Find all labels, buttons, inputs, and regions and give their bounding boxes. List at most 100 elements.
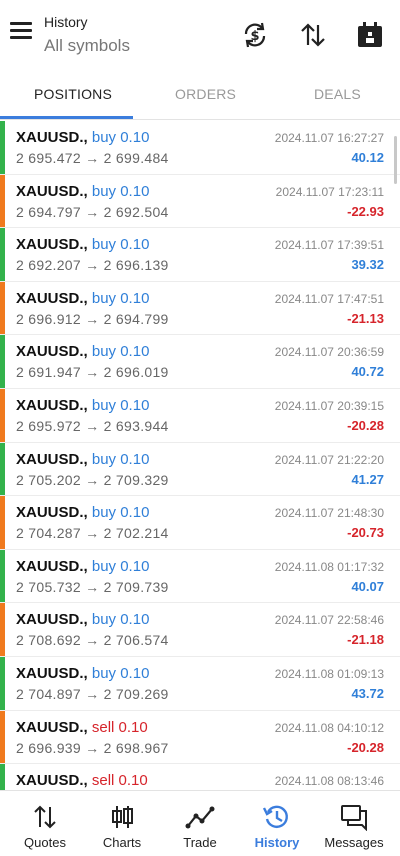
- position-time: 2024.11.08 01:17:32: [274, 559, 384, 574]
- position-profit: 40.12: [351, 150, 384, 165]
- position-time: 2024.11.08 01:09:13: [274, 666, 384, 681]
- nav-messages-label: Messages: [324, 835, 384, 850]
- position-time: 2024.11.08 04:10:12: [274, 720, 384, 735]
- messages-icon: [338, 803, 370, 832]
- header-title: History: [44, 14, 88, 30]
- position-side: buy 0.10: [91, 182, 150, 200]
- position-row[interactable]: XAUUSD., buy 0.10 2 704.287 → 2 702.214 20…: [0, 496, 400, 550]
- tab-positions[interactable]: POSITIONS: [34, 86, 112, 102]
- history-tabs: POSITIONS ORDERS DEALS: [0, 72, 400, 120]
- nav-history[interactable]: History: [237, 791, 317, 856]
- nav-messages[interactable]: Messages: [314, 791, 394, 856]
- position-symbol-line: XAUUSD., buy 0.10: [16, 558, 149, 575]
- position-prices: 2 695.472 → 2 699.484: [16, 150, 169, 166]
- positions-list[interactable]: XAUUSD., buy 0.10 2 695.472 → 2 699.484 20…: [0, 121, 400, 790]
- result-indicator-bar: [0, 442, 5, 496]
- result-indicator-bar: [0, 656, 5, 710]
- position-time: 2024.11.07 21:48:30: [274, 506, 384, 521]
- position-symbol-line: XAUUSD., buy 0.10: [16, 343, 149, 360]
- tab-orders[interactable]: ORDERS: [175, 86, 236, 102]
- result-indicator-bar: [0, 603, 5, 656]
- position-profit: -20.28: [347, 739, 384, 755]
- position-symbol-line: XAUUSD., buy 0.10: [16, 397, 149, 414]
- position-time: 2024.11.07 17:39:51: [274, 238, 384, 253]
- position-prices: 2 705.202 → 2 709.329: [16, 471, 169, 488]
- position-symbol-line: XAUUSD., buy 0.10: [16, 183, 149, 200]
- position-symbol: XAUUSD.,: [16, 236, 88, 254]
- active-tab-indicator: [0, 116, 133, 119]
- history-icon: [261, 803, 293, 831]
- position-row[interactable]: XAUUSD., buy 0.10 2 692.207 → 2 696.139 20…: [0, 228, 400, 282]
- position-side: buy 0.10: [91, 289, 150, 307]
- position-profit: -22.93: [347, 203, 384, 219]
- result-indicator-bar: [0, 388, 5, 442]
- position-symbol: XAUUSD.,: [16, 182, 88, 200]
- trade-icon: [184, 803, 216, 831]
- position-symbol-line: XAUUSD., buy 0.10: [16, 504, 149, 521]
- position-side: buy 0.10: [91, 450, 150, 468]
- position-symbol-line: XAUUSD., buy 0.10: [16, 236, 149, 253]
- result-indicator-bar: [0, 764, 5, 790]
- position-symbol: XAUUSD.,: [16, 611, 88, 629]
- position-prices: 2 696.939 → 2 698.967: [16, 739, 169, 756]
- nav-quotes[interactable]: Quotes: [5, 791, 85, 856]
- nav-trade[interactable]: Trade: [160, 791, 240, 856]
- calendar-icon[interactable]: [355, 20, 385, 50]
- position-side: buy 0.10: [91, 664, 150, 682]
- position-profit: -21.13: [347, 310, 384, 326]
- position-row[interactable]: XAUUSD., sell 0.10 2024.11.08 08:13:46: [0, 764, 400, 790]
- position-prices: 2 705.732 → 2 709.739: [16, 578, 169, 595]
- scrollbar[interactable]: [394, 136, 397, 184]
- sort-icon[interactable]: [298, 20, 328, 50]
- position-row[interactable]: XAUUSD., buy 0.10 2 705.202 → 2 709.329 20…: [0, 442, 400, 497]
- position-symbol: XAUUSD.,: [16, 396, 88, 414]
- currency-refresh-icon[interactable]: $: [240, 20, 270, 50]
- bottom-navigation: Quotes Charts Trade History Messages: [0, 790, 400, 856]
- position-prices: 2 692.207 → 2 696.139: [16, 257, 169, 274]
- position-prices: 2 694.797 → 2 692.504: [16, 203, 169, 220]
- position-symbol-line: XAUUSD., buy 0.10: [16, 611, 149, 628]
- result-indicator-bar: [0, 228, 5, 281]
- nav-trade-label: Trade: [183, 835, 217, 850]
- result-indicator-bar: [0, 335, 5, 388]
- position-prices: 2 708.692 → 2 706.574: [16, 632, 169, 649]
- position-profit: 40.72: [351, 364, 384, 380]
- menu-icon[interactable]: [10, 22, 34, 46]
- position-time: 2024.11.07 20:36:59: [274, 345, 384, 360]
- position-side: buy 0.10: [91, 396, 150, 414]
- position-side: buy 0.10: [91, 343, 150, 361]
- position-row[interactable]: XAUUSD., buy 0.10 2 691.947 → 2 696.019 20…: [0, 335, 400, 389]
- symbol-filter[interactable]: All symbols: [44, 36, 130, 56]
- position-symbol: XAUUSD.,: [16, 718, 88, 736]
- position-symbol: XAUUSD.,: [16, 289, 88, 307]
- position-row[interactable]: XAUUSD., buy 0.10 2 694.797 → 2 692.504 20…: [0, 174, 400, 229]
- position-time: 2024.11.07 22:58:46: [274, 613, 384, 628]
- position-row[interactable]: XAUUSD., buy 0.10 2 695.972 → 2 693.944 20…: [0, 388, 400, 443]
- position-prices: 2 704.287 → 2 702.214: [16, 525, 169, 542]
- position-row[interactable]: XAUUSD., sell 0.10 2 696.939 → 2 698.967 2…: [0, 710, 400, 765]
- nav-charts-label: Charts: [102, 835, 142, 850]
- position-side: buy 0.10: [91, 611, 150, 629]
- position-row[interactable]: XAUUSD., buy 0.10 2 708.692 → 2 706.574 20…: [0, 603, 400, 657]
- position-symbol-line: XAUUSD., buy 0.10: [16, 451, 149, 468]
- position-row[interactable]: XAUUSD., buy 0.10 2 704.897 → 2 709.269 20…: [0, 656, 400, 711]
- position-profit: 43.72: [351, 685, 384, 701]
- position-side: buy 0.10: [91, 129, 150, 146]
- position-row[interactable]: XAUUSD., buy 0.10 2 695.472 → 2 699.484 20…: [0, 121, 400, 175]
- nav-charts[interactable]: Charts: [82, 791, 162, 856]
- result-indicator-bar: [0, 121, 5, 174]
- nav-history-label: History: [254, 835, 300, 850]
- position-side: buy 0.10: [91, 236, 150, 254]
- position-row[interactable]: XAUUSD., buy 0.10 2 705.732 → 2 709.739 20…: [0, 549, 400, 604]
- position-symbol: XAUUSD.,: [16, 343, 88, 361]
- quotes-icon: [29, 803, 61, 831]
- position-time: 2024.11.08 08:13:46: [274, 774, 384, 789]
- result-indicator-bar: [0, 281, 5, 335]
- tab-deals[interactable]: DEALS: [314, 86, 361, 102]
- position-row[interactable]: XAUUSD., buy 0.10 2 696.912 → 2 694.799 20…: [0, 281, 400, 336]
- position-symbol: XAUUSD.,: [16, 664, 88, 682]
- position-profit: 39.32: [351, 257, 384, 273]
- result-indicator-bar: [0, 549, 5, 603]
- nav-quotes-label: Quotes: [24, 835, 66, 850]
- position-symbol: XAUUSD.,: [16, 450, 88, 468]
